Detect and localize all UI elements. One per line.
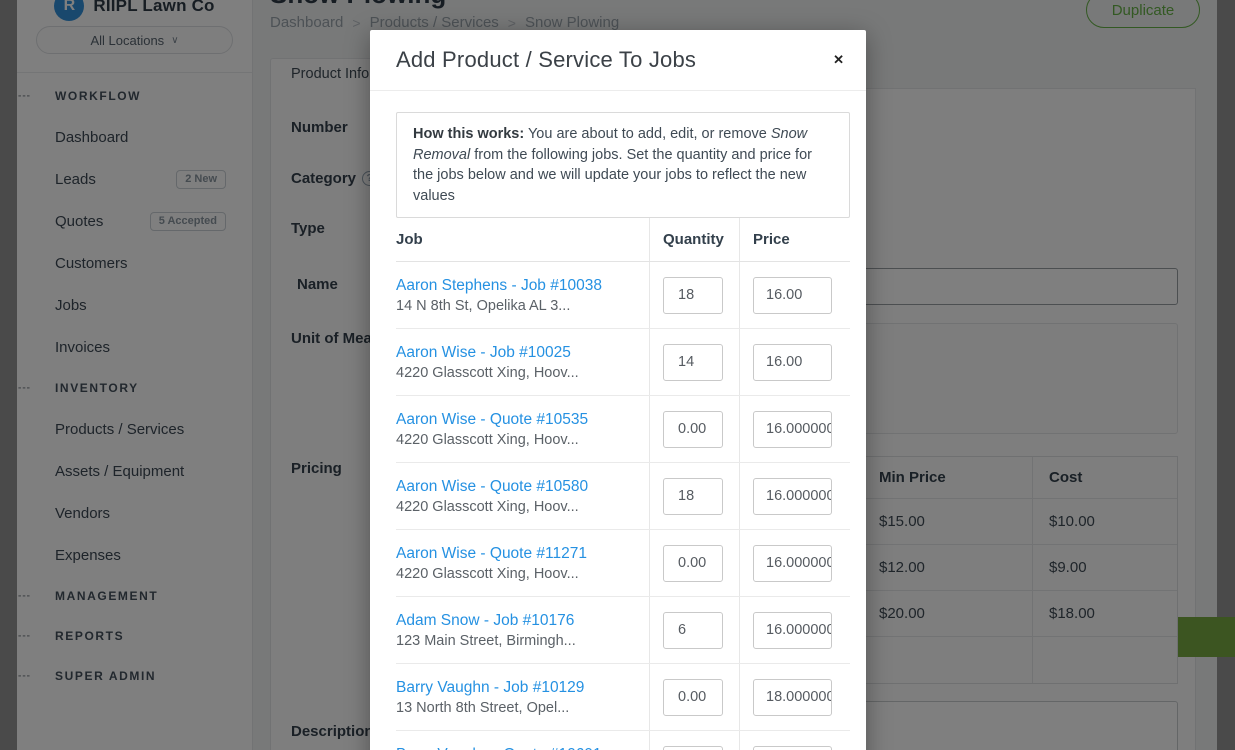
price-cell [739, 262, 850, 328]
job-address: 123 Main Street, Birmingh... [396, 633, 639, 649]
jobs-table-row: Barry Vaughn - Quote #1069113 North 8th … [396, 731, 850, 750]
quantity-cell [649, 396, 739, 462]
price-cell [739, 530, 850, 596]
jobs-table-rows: Aaron Stephens - Job #10038 14 N 8th St, … [396, 262, 850, 750]
quantity-input[interactable] [663, 277, 723, 314]
job-link[interactable]: Aaron Wise - Quote #10580 [396, 478, 639, 496]
job-link[interactable]: Barry Vaughn - Job #10129 [396, 679, 639, 697]
quantity-cell [649, 329, 739, 395]
jobs-table-row: Aaron Wise - Quote #11271 4220 Glasscott … [396, 530, 850, 597]
price-input[interactable] [753, 478, 832, 515]
jobs-table-row: Barry Vaughn - Job #10129 13 North 8th St… [396, 664, 850, 731]
quantity-column-header: Quantity [649, 218, 739, 261]
jobs-table-row: Adam Snow - Job #10176 123 Main Street, B… [396, 597, 850, 664]
modal-header: Add Product / Service To Jobs ✕ [370, 30, 866, 91]
quantity-input[interactable] [663, 746, 723, 750]
price-input[interactable] [753, 545, 832, 582]
quantity-input[interactable] [663, 411, 723, 448]
job-link[interactable]: Aaron Wise - Quote #10535 [396, 411, 639, 429]
job-cell: Barry Vaughn - Quote #1069113 North 8th … [396, 731, 649, 750]
job-link[interactable]: Aaron Wise - Job #10025 [396, 344, 639, 362]
jobs-table-row: Aaron Stephens - Job #10038 14 N 8th St, … [396, 262, 850, 329]
quantity-cell [649, 597, 739, 663]
job-cell: Aaron Wise - Job #10025 4220 Glasscott Xi… [396, 329, 649, 395]
price-cell [739, 664, 850, 730]
note-text-1: You are about to add, edit, or remove [524, 126, 771, 142]
price-input[interactable] [753, 411, 832, 448]
quantity-cell [649, 530, 739, 596]
job-address: 14 N 8th St, Opelika AL 3... [396, 298, 639, 314]
job-cell: Aaron Wise - Quote #10580 4220 Glasscott … [396, 463, 649, 529]
job-address: 4220 Glasscott Xing, Hoov... [396, 566, 639, 582]
job-address: 4220 Glasscott Xing, Hoov... [396, 365, 639, 381]
job-cell: Adam Snow - Job #10176 123 Main Street, B… [396, 597, 649, 663]
quantity-cell [649, 463, 739, 529]
job-link[interactable]: Aaron Stephens - Job #10038 [396, 277, 639, 295]
close-icon[interactable]: ✕ [829, 48, 848, 72]
job-link[interactable]: Aaron Wise - Quote #11271 [396, 545, 639, 563]
price-cell [739, 463, 850, 529]
job-link[interactable]: Adam Snow - Job #10176 [396, 612, 639, 630]
quantity-cell [649, 664, 739, 730]
price-cell [739, 731, 850, 750]
job-cell: Aaron Wise - Quote #10535 4220 Glasscott … [396, 396, 649, 462]
jobs-table-row: Aaron Wise - Job #10025 4220 Glasscott Xi… [396, 329, 850, 396]
price-column-header: Price [739, 218, 850, 261]
price-input[interactable] [753, 746, 832, 750]
job-cell: Barry Vaughn - Job #10129 13 North 8th St… [396, 664, 649, 730]
job-column-header: Job [396, 218, 649, 261]
price-input[interactable] [753, 277, 832, 314]
price-input[interactable] [753, 679, 832, 716]
price-input[interactable] [753, 344, 832, 381]
jobs-table-header: Job Quantity Price [396, 218, 850, 262]
modal-title: Add Product / Service To Jobs [396, 47, 696, 73]
note-lead: How this works: [413, 126, 524, 142]
price-cell [739, 396, 850, 462]
quantity-input[interactable] [663, 545, 723, 582]
quantity-input[interactable] [663, 612, 723, 649]
quantity-input[interactable] [663, 679, 723, 716]
quantity-cell [649, 731, 739, 750]
job-address: 4220 Glasscott Xing, Hoov... [396, 432, 639, 448]
add-product-to-jobs-modal: Add Product / Service To Jobs ✕ How this… [370, 30, 866, 750]
job-cell: Aaron Stephens - Job #10038 14 N 8th St, … [396, 262, 649, 328]
quantity-cell [649, 262, 739, 328]
quantity-input[interactable] [663, 344, 723, 381]
jobs-table-row: Aaron Wise - Quote #10580 4220 Glasscott … [396, 463, 850, 530]
job-cell: Aaron Wise - Quote #11271 4220 Glasscott … [396, 530, 649, 596]
note-text-2: from the following jobs. Set the quantit… [413, 147, 812, 204]
price-input[interactable] [753, 612, 832, 649]
jobs-table: Job Quantity Price Aaron Stephens - Job … [396, 218, 850, 750]
job-address: 4220 Glasscott Xing, Hoov... [396, 499, 639, 515]
job-link[interactable]: Barry Vaughn - Quote #10691 [396, 746, 639, 750]
modal-body: How this works: You are about to add, ed… [370, 91, 866, 750]
price-cell [739, 329, 850, 395]
price-cell [739, 597, 850, 663]
how-this-works-note: How this works: You are about to add, ed… [396, 112, 850, 218]
job-address: 13 North 8th Street, Opel... [396, 700, 639, 716]
jobs-table-row: Aaron Wise - Quote #10535 4220 Glasscott … [396, 396, 850, 463]
quantity-input[interactable] [663, 478, 723, 515]
